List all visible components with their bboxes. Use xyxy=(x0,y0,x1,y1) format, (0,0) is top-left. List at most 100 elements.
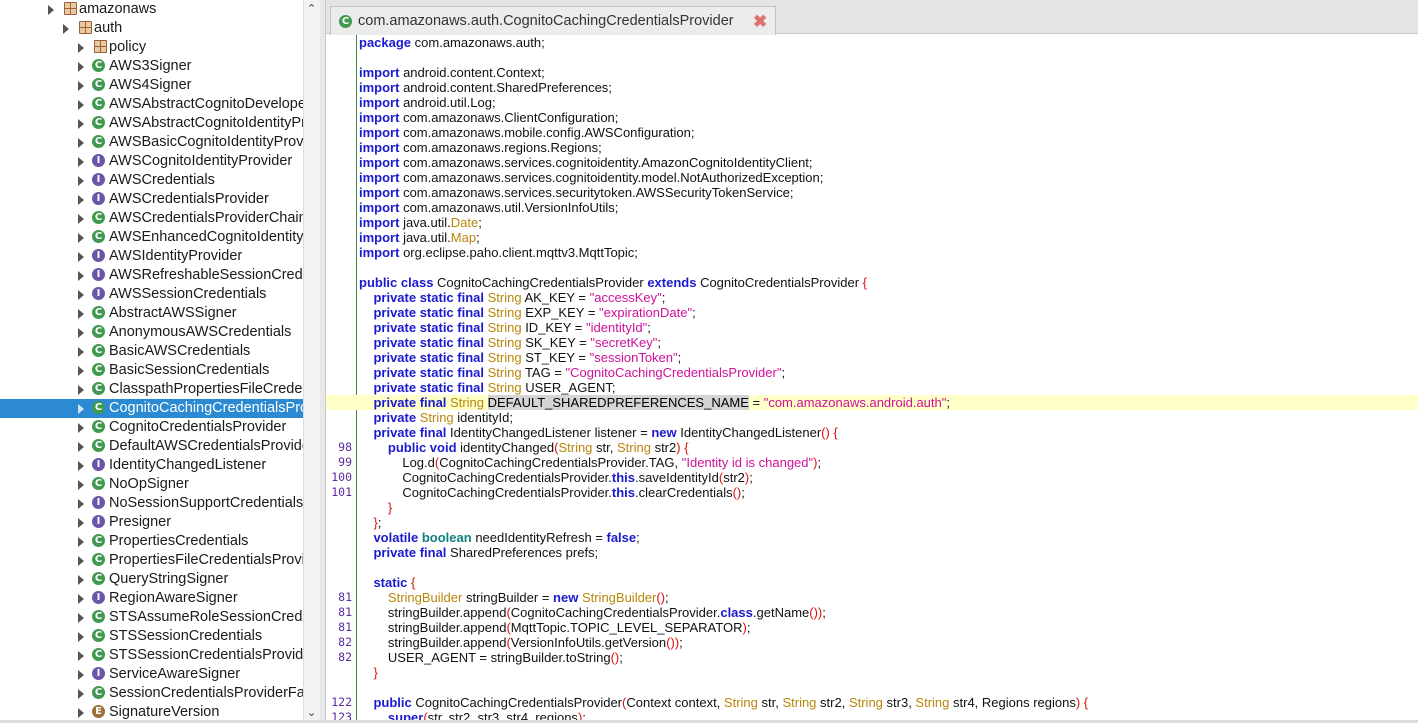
expand-arrow-icon[interactable] xyxy=(78,119,84,129)
tree-item[interactable]: I Presigner xyxy=(0,513,303,532)
tree-item[interactable]: C AWS4Signer xyxy=(0,76,303,95)
code-token: "sessionToken" xyxy=(589,350,678,365)
expand-arrow-icon[interactable] xyxy=(78,404,84,414)
tree-item[interactable]: C ClasspathPropertiesFileCredentialsProvi… xyxy=(0,380,303,399)
scroll-down-icon[interactable]: ⌄ xyxy=(307,706,316,719)
tree-item[interactable]: I AWSSessionCredentials xyxy=(0,285,303,304)
code-token: IdentityChangedListener xyxy=(676,425,822,440)
expand-arrow-icon[interactable] xyxy=(78,499,84,509)
expand-arrow-icon[interactable] xyxy=(78,670,84,680)
code-token: Date xyxy=(450,215,479,230)
code-editor[interactable]: package com.amazonaws.auth; import androi… xyxy=(326,35,1418,723)
expand-arrow-icon[interactable] xyxy=(78,100,84,110)
interface-icon: I xyxy=(92,667,105,680)
expand-arrow-icon[interactable] xyxy=(78,290,84,300)
expand-arrow-icon[interactable] xyxy=(78,138,84,148)
code-token: ()) xyxy=(809,605,823,620)
expand-arrow-icon[interactable] xyxy=(78,708,84,718)
code-token: SK_KEY = xyxy=(521,335,591,350)
expand-arrow-icon[interactable] xyxy=(78,594,84,604)
expand-arrow-icon[interactable] xyxy=(78,651,84,661)
expand-arrow-icon[interactable] xyxy=(78,233,84,243)
tree-item[interactable]: C BasicAWSCredentials xyxy=(0,342,303,361)
tree-item[interactable]: C STSAssumeRoleSessionCredentialsProvider xyxy=(0,608,303,627)
expand-arrow-icon[interactable] xyxy=(78,461,84,471)
expand-arrow-icon[interactable] xyxy=(78,518,84,528)
tree-item[interactable]: C PropertiesFileCredentialsProvider xyxy=(0,551,303,570)
close-icon[interactable]: ✖ xyxy=(753,12,767,31)
tree-item[interactable]: C AWSBasicCognitoIdentityProvider xyxy=(0,133,303,152)
expand-arrow-icon[interactable] xyxy=(78,537,84,547)
tree-item[interactable]: C AWSCredentialsProviderChain xyxy=(0,209,303,228)
expand-arrow-icon[interactable] xyxy=(78,176,84,186)
expand-arrow-icon[interactable] xyxy=(78,442,84,452)
expand-arrow-icon[interactable] xyxy=(78,575,84,585)
code-token: AK_KEY = xyxy=(521,290,590,305)
expand-arrow-icon[interactable] xyxy=(78,556,84,566)
code-line: import com.amazonaws.services.cognitoide… xyxy=(326,170,1418,185)
code-token: private static final xyxy=(373,335,484,350)
tree-item[interactable]: C AWSEnhancedCognitoIdentityProvider xyxy=(0,228,303,247)
tree-item[interactable]: C CognitoCredentialsProvider xyxy=(0,418,303,437)
tree-item[interactable]: I AWSCredentialsProvider xyxy=(0,190,303,209)
tree-item[interactable]: auth xyxy=(0,19,303,38)
interface-icon: I xyxy=(92,173,105,186)
expand-arrow-icon[interactable] xyxy=(78,613,84,623)
tree-item[interactable]: policy xyxy=(0,38,303,57)
tree-item[interactable]: C AWS3Signer xyxy=(0,57,303,76)
tree-scrollbar[interactable]: ⌃ ⌄ xyxy=(303,0,320,723)
tree-item[interactable]: amazonaws xyxy=(0,0,303,19)
expand-arrow-icon[interactable] xyxy=(78,157,84,167)
tree-item[interactable]: C QueryStringSigner xyxy=(0,570,303,589)
expand-arrow-icon[interactable] xyxy=(78,195,84,205)
editor-tab[interactable]: C com.amazonaws.auth.CognitoCachingCrede… xyxy=(330,6,776,35)
code-token: = xyxy=(748,395,764,410)
expand-arrow-icon[interactable] xyxy=(48,5,54,15)
tree-item[interactable]: C DefaultAWSCredentialsProviderChain xyxy=(0,437,303,456)
scroll-up-icon[interactable]: ⌃ xyxy=(307,2,316,15)
tree-item[interactable]: C PropertiesCredentials xyxy=(0,532,303,551)
expand-arrow-icon[interactable] xyxy=(78,62,84,72)
tree-item[interactable]: I IdentityChangedListener xyxy=(0,456,303,475)
tree-item[interactable]: C SessionCredentialsProviderFactory xyxy=(0,684,303,703)
expand-arrow-icon[interactable] xyxy=(78,632,84,642)
tree-item-label: RegionAwareSigner xyxy=(109,590,238,606)
expand-arrow-icon[interactable] xyxy=(78,385,84,395)
expand-arrow-icon[interactable] xyxy=(78,81,84,91)
tree-item[interactable]: I AWSRefreshableSessionCredentials xyxy=(0,266,303,285)
tree-item[interactable]: C AbstractAWSSigner xyxy=(0,304,303,323)
expand-arrow-icon[interactable] xyxy=(78,309,84,319)
tree-item[interactable]: C STSSessionCredentials xyxy=(0,627,303,646)
expand-arrow-icon[interactable] xyxy=(78,43,84,53)
tree-item[interactable]: I AWSCognitoIdentityProvider xyxy=(0,152,303,171)
expand-arrow-icon[interactable] xyxy=(78,480,84,490)
expand-arrow-icon[interactable] xyxy=(78,423,84,433)
tree-item[interactable]: I NoSessionSupportCredentials xyxy=(0,494,303,513)
expand-arrow-icon[interactable] xyxy=(78,366,84,376)
tree-item[interactable]: C AWSAbstractCognitoIdentityProvider xyxy=(0,114,303,133)
tree-item[interactable]: C AnonymousAWSCredentials xyxy=(0,323,303,342)
expand-arrow-icon[interactable] xyxy=(78,328,84,338)
expand-arrow-icon[interactable] xyxy=(78,347,84,357)
expand-arrow-icon[interactable] xyxy=(78,689,84,699)
expand-arrow-icon[interactable] xyxy=(78,252,84,262)
code-line: private static final String EXP_KEY = "e… xyxy=(326,305,1418,320)
expand-arrow-icon[interactable] xyxy=(78,271,84,281)
expand-arrow-icon[interactable] xyxy=(63,24,69,34)
tree-item[interactable]: C BasicSessionCredentials xyxy=(0,361,303,380)
code-token: String xyxy=(484,320,522,335)
tree-item[interactable]: I AWSIdentityProvider xyxy=(0,247,303,266)
code-token: ; xyxy=(657,335,662,350)
tree-item[interactable]: C CognitoCachingCredentialsProvider xyxy=(0,399,303,418)
expand-arrow-icon[interactable] xyxy=(78,214,84,224)
tree-item[interactable]: C STSSessionCredentialsProvider xyxy=(0,646,303,665)
tree-item[interactable]: I ServiceAwareSigner xyxy=(0,665,303,684)
tree-item[interactable]: I RegionAwareSigner xyxy=(0,589,303,608)
tree-item[interactable]: C NoOpSigner xyxy=(0,475,303,494)
code-token: CognitoCachingCredentialsProvider. xyxy=(510,605,721,620)
tree-item[interactable]: I AWSCredentials xyxy=(0,171,303,190)
tree-item[interactable]: C AWSAbstractCognitoDeveloperIdentityProv… xyxy=(0,95,303,114)
code-token: stringBuilder.append xyxy=(359,620,507,635)
